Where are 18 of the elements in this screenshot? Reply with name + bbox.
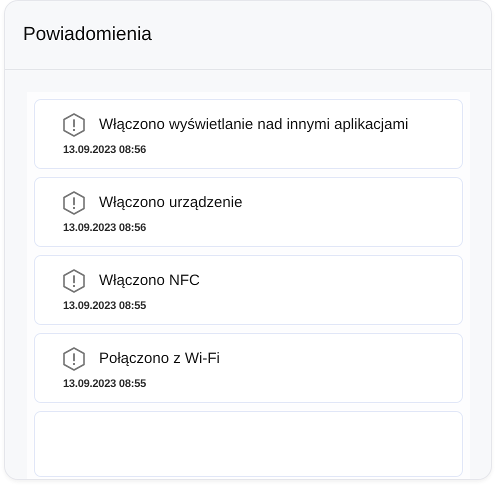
notification-card[interactable]: Włączono NFC 13.09.2023 08:55	[34, 255, 463, 325]
notification-message: Włączono NFC	[99, 271, 200, 291]
notification-time: 13.09.2023 08:55	[63, 300, 148, 312]
notification-time: 13.09.2023 08:56	[63, 144, 148, 156]
notification-message: Włączono wyświetlanie nad innymi aplikacjami	[99, 115, 408, 135]
notification-message: Włączono urządzenie	[99, 193, 242, 213]
warning-icon	[61, 268, 87, 294]
notification-message: Połączono z Wi-Fi	[99, 349, 220, 369]
warning-icon	[61, 112, 87, 138]
notification-card[interactable]: Włączono wyświetlanie nad innymi aplikacjami 13.09.2023 08:56	[34, 99, 463, 169]
warning-icon	[61, 190, 87, 216]
panel-title: Powiadomienia	[23, 24, 152, 46]
notification-card[interactable]	[34, 411, 463, 477]
warning-icon	[61, 346, 87, 372]
notification-card[interactable]: Połączono z Wi-Fi 13.09.2023 08:55	[34, 333, 463, 403]
notification-time: 13.09.2023 08:56	[63, 222, 148, 234]
notification-card[interactable]: Włączono urządzenie 13.09.2023 08:56	[34, 177, 463, 247]
notification-time: 13.09.2023 08:55	[63, 378, 148, 390]
